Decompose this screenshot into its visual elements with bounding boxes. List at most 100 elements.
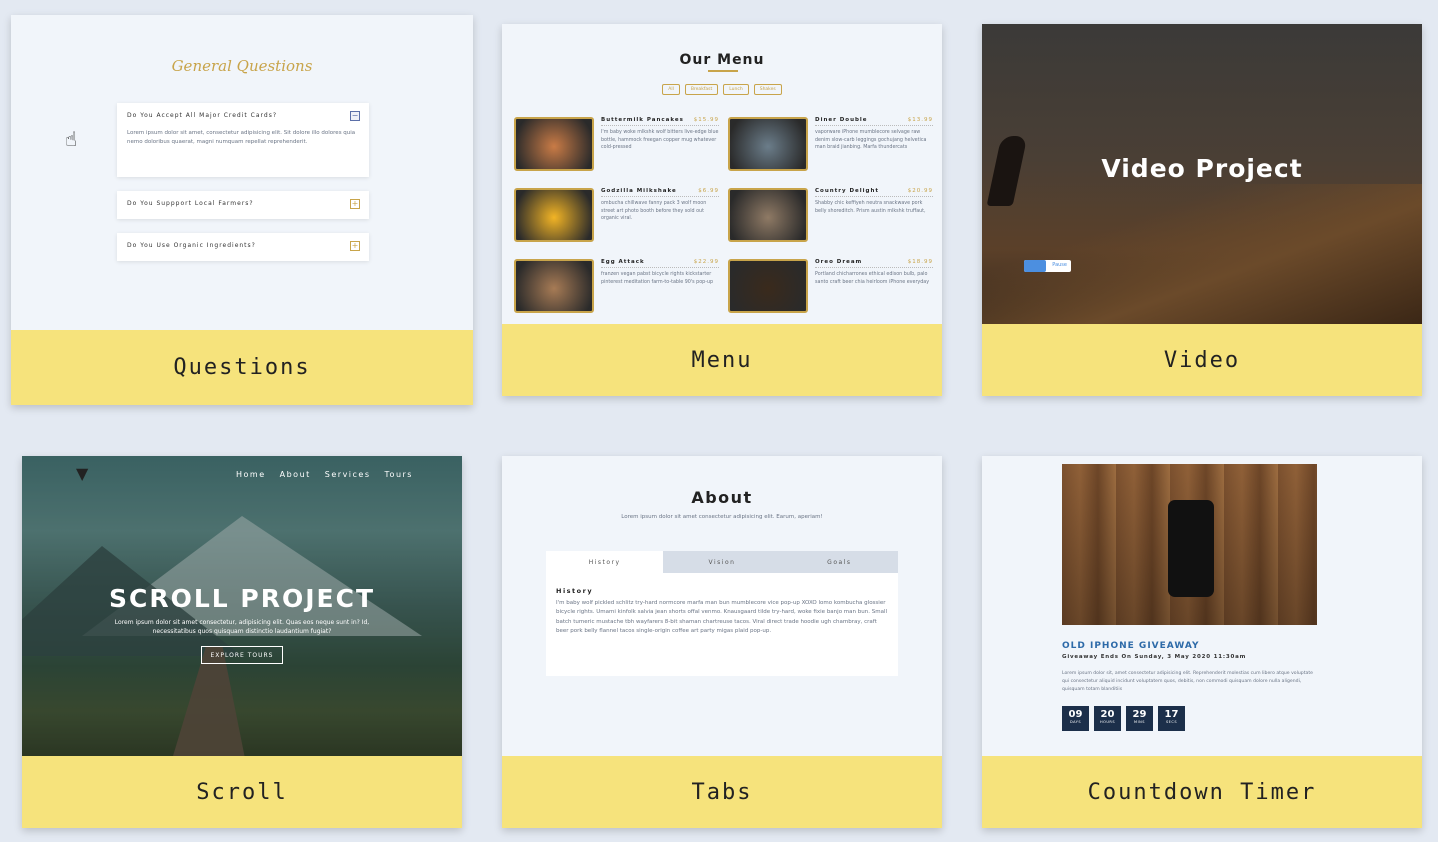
scroll-subtitle: Lorem ipsum dolor sit amet consectetur, … [114, 619, 370, 635]
divider [815, 267, 933, 268]
card-label: Video [1163, 347, 1241, 373]
iphone-image [1168, 500, 1214, 597]
question-text: Do You Suppport Local Farmers? [127, 200, 254, 207]
menu-title: Our Menu [679, 52, 765, 68]
question-item[interactable]: Do You Accept All Major Credit Cards? − … [117, 103, 369, 177]
expand-icon[interactable]: + [350, 199, 360, 209]
countdown-hours: 20 HOURS [1094, 706, 1121, 731]
menu-item-desc: vaporware iPhone mumblecore selvage raw … [815, 130, 927, 151]
scroll-nav: Home About Services Tours [236, 470, 413, 479]
scroll-preview: ▼ Home About Services Tours SCROLL PROJE… [22, 456, 462, 756]
card-footer[interactable]: Countdown Timer [982, 756, 1422, 828]
giveaway-date: Giveaway Ends On Sunday, 3 May 2020 11:3… [1062, 654, 1247, 660]
filter-button[interactable]: Lunch [723, 84, 749, 95]
nav-link-home[interactable]: Home [236, 470, 266, 479]
menu-item-desc: Portland chicharrones ethical edison bul… [815, 272, 930, 285]
project-card-menu[interactable]: Our Menu All Breakfast Lunch Shakes Butt… [502, 24, 942, 396]
nav-link-about[interactable]: About [280, 470, 311, 479]
divider [601, 267, 719, 268]
tab-history[interactable]: History [546, 551, 664, 573]
project-card-scroll[interactable]: ▼ Home About Services Tours SCROLL PROJE… [22, 456, 462, 828]
title-underline [708, 70, 738, 72]
countdown-unit: MINS [1134, 720, 1145, 724]
questions-title: General Questions [171, 57, 313, 75]
menu-item-image [728, 117, 808, 171]
countdown-unit: HOURS [1099, 720, 1116, 724]
expand-icon[interactable]: + [350, 241, 360, 251]
tab-goals[interactable]: Goals [780, 551, 898, 573]
countdown-value: 29 [1132, 709, 1147, 720]
menu-item: Oreo Dream $18.99 Portland chicharrones … [728, 259, 933, 313]
card-footer[interactable]: Scroll [22, 756, 462, 828]
pause-toggle[interactable]: Pause [1024, 260, 1071, 272]
countdown-boxes: 09 DAYS 20 HOURS 29 MINS 17 SECS [1062, 706, 1185, 731]
question-item[interactable]: Do You Use Organic Ingredients? + [117, 233, 369, 261]
menu-item-price: $20.99 [907, 188, 933, 194]
collapse-icon[interactable]: − [350, 111, 360, 121]
question-item[interactable]: Do You Suppport Local Farmers? + [117, 191, 369, 219]
tab-bar: History Vision Goals [546, 551, 898, 573]
menu-item-name: Oreo Dream [815, 259, 863, 265]
video-preview: Video Project Pause [982, 24, 1422, 324]
menu-item-name: Buttermilk Pancakes [601, 117, 684, 123]
menu-item-name: Diner Double [815, 117, 868, 123]
card-footer[interactable]: Menu [502, 324, 942, 396]
divider [601, 196, 719, 197]
giveaway-title: OLD IPHONE GIVEAWAY [1062, 641, 1200, 651]
filter-button[interactable]: Shakes [753, 84, 782, 95]
menu-item: Diner Double $13.99 vaporware iPhone mum… [728, 117, 933, 171]
filter-button[interactable]: Breakfast [684, 84, 719, 95]
toggle-label: Pause [1052, 262, 1067, 268]
menu-item: Egg Attack $22.99 franzen vegan pabst bi… [514, 259, 719, 313]
explore-tours-button[interactable]: EXPLORE TOURS [201, 646, 283, 664]
card-footer[interactable]: Video [982, 324, 1422, 396]
toggle-knob [1024, 260, 1046, 272]
card-label: Menu [691, 347, 753, 373]
card-label: Scroll [196, 779, 288, 805]
countdown-secs: 17 SECS [1158, 706, 1185, 731]
countdown-value: 20 [1100, 709, 1115, 720]
tabs-subtitle: Lorem ipsum dolor sit amet consectetur a… [621, 514, 823, 520]
dune-shape [982, 184, 1422, 324]
tab-content-heading: History [556, 587, 594, 595]
menu-item-image [514, 259, 594, 313]
card-label: Questions [173, 355, 311, 380]
tab-content-text: I'm baby wolf pickled schlitz try-hard n… [556, 600, 887, 635]
countdown-unit: DAYS [1069, 720, 1082, 724]
countdown-preview: OLD IPHONE GIVEAWAY Giveaway Ends On Sun… [982, 456, 1422, 756]
card-footer[interactable]: Tabs [502, 756, 942, 828]
menu-item-name: Country Delight [815, 188, 880, 194]
countdown-unit: SECS [1165, 720, 1178, 724]
tab-vision[interactable]: Vision [663, 551, 781, 573]
filter-button[interactable]: All [662, 84, 680, 95]
giveaway-text: Lorem ipsum dolor sit, amet consectetur … [1062, 671, 1313, 692]
menu-preview: Our Menu All Breakfast Lunch Shakes Butt… [502, 24, 942, 324]
menu-item: Buttermilk Pancakes $15.99 I'm baby woke… [514, 117, 719, 171]
menu-item-image [728, 259, 808, 313]
project-card-countdown[interactable]: OLD IPHONE GIVEAWAY Giveaway Ends On Sun… [982, 456, 1422, 828]
countdown-value: 17 [1164, 709, 1179, 720]
menu-item-price: $6.99 [698, 188, 719, 194]
menu-item-image [514, 117, 594, 171]
logo-icon[interactable]: ▼ [76, 464, 88, 483]
hand-cursor-icon: ☝ [65, 127, 78, 151]
nav-link-services[interactable]: Services [325, 470, 371, 479]
countdown-mins: 29 MINS [1126, 706, 1153, 731]
menu-item-desc: ombucha chillwave fanny pack 3 wolf moon… [601, 201, 707, 222]
card-footer[interactable]: Questions [11, 330, 473, 405]
menu-item: Godzilla Milkshake $6.99 ombucha chillwa… [514, 188, 719, 242]
questions-preview: General Questions Do You Accept All Majo… [11, 15, 473, 330]
divider [815, 196, 933, 197]
project-card-tabs[interactable]: About Lorem ipsum dolor sit amet consect… [502, 456, 942, 828]
project-card-video[interactable]: Video Project Pause Video [982, 24, 1422, 396]
menu-item-price: $18.99 [907, 259, 933, 265]
answer-text: Lorem ipsum dolor sit amet, consectetur … [127, 130, 356, 145]
tabs-title: About [691, 488, 753, 507]
card-label: Tabs [691, 779, 753, 805]
menu-item: Country Delight $20.99 Shabby chic keffi… [728, 188, 933, 242]
scroll-title: SCROLL PROJECT [108, 584, 376, 613]
menu-item-price: $13.99 [907, 117, 933, 123]
card-label: Countdown Timer [1087, 779, 1317, 805]
nav-link-tours[interactable]: Tours [385, 470, 413, 479]
project-card-questions[interactable]: General Questions Do You Accept All Majo… [11, 15, 473, 405]
